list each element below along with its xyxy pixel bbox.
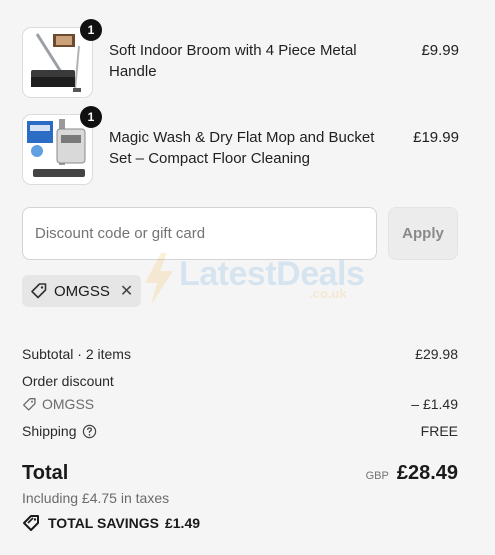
applied-discount-chip: OMGSS ✕: [22, 275, 142, 307]
total-row: Total GBP £28.49: [22, 462, 458, 488]
subtotal-row: Subtotal · 2 items £29.98: [22, 346, 458, 362]
tag-icon: [23, 397, 36, 411]
shipping-row: Shipping FREE: [22, 423, 458, 439]
watermark-domain: .co.uk: [309, 286, 347, 301]
close-icon[interactable]: ✕: [120, 281, 133, 301]
total-amount: £28.49: [396, 462, 458, 484]
discount-code-info: OMGSS: [22, 396, 94, 412]
savings-value: £1.49: [164, 515, 201, 531]
mop-bucket-product-image: 1: [22, 106, 102, 185]
order-discount-label: Order discount: [22, 373, 114, 389]
item-price: £9.99: [421, 42, 459, 59]
watermark-logo: LatestDeals .co.uk: [143, 253, 365, 305]
savings-label: TOTAL SAVINGS: [48, 515, 159, 531]
discount-code-row: OMGSS – £1.49: [22, 396, 458, 412]
broom-product-image: 1: [22, 19, 102, 98]
quantity-badge: 1: [80, 106, 102, 128]
apply-button[interactable]: Apply: [388, 207, 458, 260]
total-savings: TOTAL SAVINGS £1.49: [22, 514, 200, 532]
applied-code-label: OMGSS: [54, 282, 110, 300]
help-circle-icon[interactable]: [82, 424, 97, 439]
lightning-icon: [145, 253, 173, 305]
item-price: £19.99: [413, 129, 459, 146]
item-name: Magic Wash & Dry Flat Mop and Bucket Set…: [109, 129, 375, 167]
cart-item: 1 Magic Wash & Dry Flat Mop and Bucket S…: [22, 106, 459, 186]
currency-code: GBP: [365, 470, 389, 482]
item-name: Soft Indoor Broom with 4 Piece Metal Han…: [109, 42, 357, 80]
shipping-label: Shipping: [22, 423, 77, 439]
order-discount-row: Order discount: [22, 373, 458, 389]
tag-icon: [31, 283, 47, 299]
total-amount-group: GBP £28.49: [366, 462, 458, 485]
shipping-value: FREE: [420, 423, 458, 439]
savings-tag-icon: [23, 515, 39, 531]
subtotal-value: £29.98: [415, 346, 458, 362]
cart-item: 1 Soft Indoor Broom with 4 Piece Metal H…: [22, 19, 459, 99]
taxes-note: Including £4.75 in taxes: [22, 490, 170, 506]
subtotal-label: Subtotal · 2 items: [22, 346, 131, 362]
shipping-info: Shipping: [22, 423, 97, 439]
total-label: Total: [22, 462, 69, 484]
discount-value: – £1.49: [411, 396, 458, 412]
quantity-badge: 1: [80, 19, 102, 41]
discount-code-label: OMGSS: [42, 396, 95, 412]
